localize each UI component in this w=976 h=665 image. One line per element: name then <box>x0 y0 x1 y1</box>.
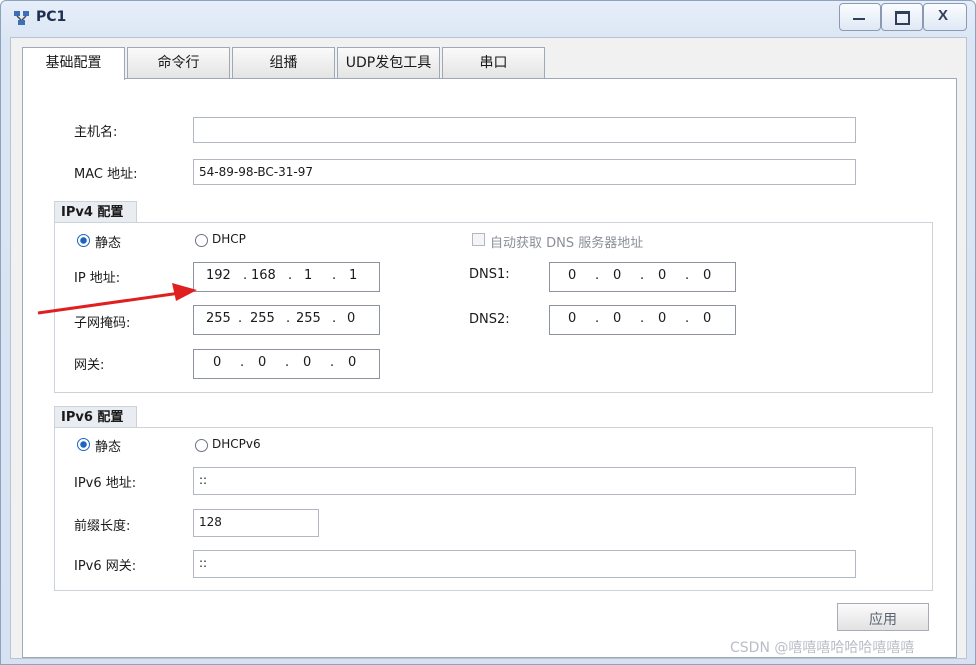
tab-basic-config[interactable]: 基础配置 <box>22 47 125 80</box>
red-arrow-icon <box>37 283 197 315</box>
csdn-watermark: CSDN @嘻嘻嘻哈哈哈嘻嘻嘻 <box>730 640 915 656</box>
